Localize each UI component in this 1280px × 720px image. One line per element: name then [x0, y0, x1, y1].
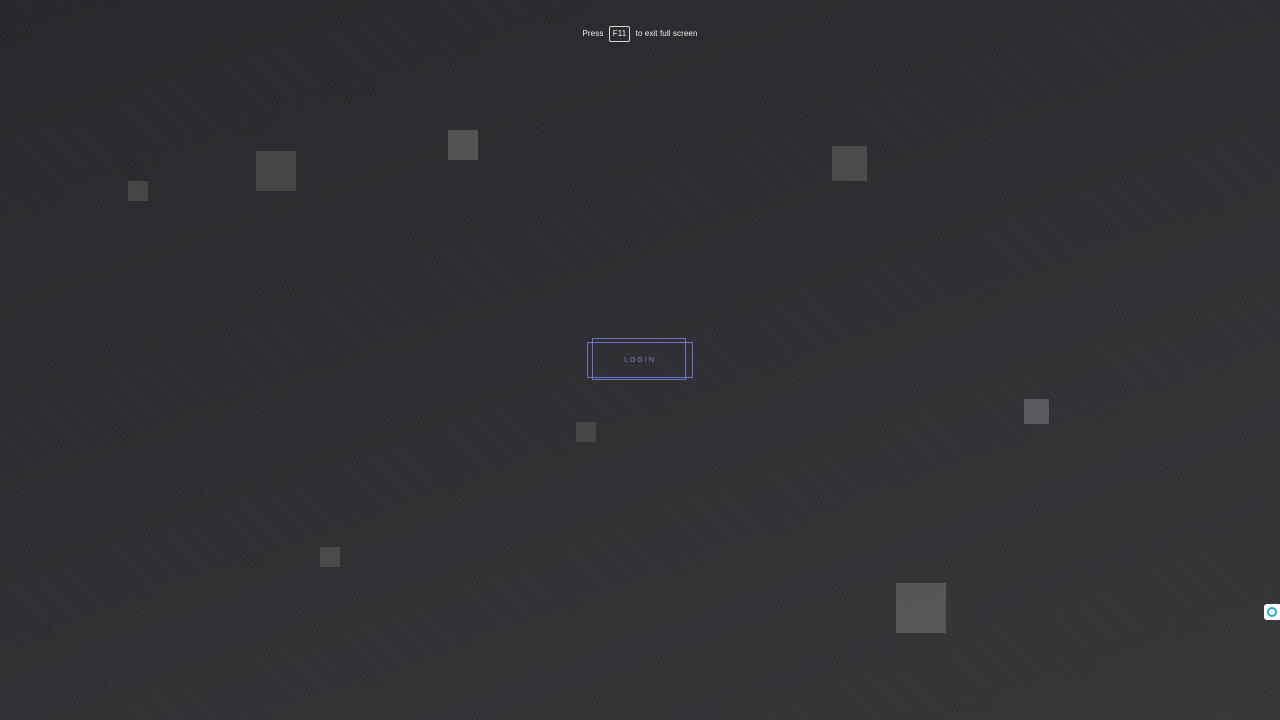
login-button-wrapper: LOGIN	[587, 338, 693, 382]
fullscreen-hint: Press F11 to exit full screen	[0, 26, 1280, 42]
floating-square	[256, 151, 296, 191]
floating-square	[1024, 399, 1049, 424]
login-button[interactable]: LOGIN	[587, 338, 693, 382]
floating-square	[576, 422, 596, 442]
floating-square	[128, 181, 148, 201]
floating-square	[448, 130, 478, 160]
circle-icon	[1267, 607, 1277, 617]
fullscreen-hint-suffix: to exit full screen	[635, 29, 698, 38]
fullscreen-hint-prefix: Press	[582, 29, 604, 38]
floating-square	[320, 547, 340, 567]
floating-square	[832, 146, 867, 181]
side-widget[interactable]	[1264, 604, 1280, 620]
floating-square	[896, 583, 946, 633]
f11-key: F11	[608, 26, 631, 42]
